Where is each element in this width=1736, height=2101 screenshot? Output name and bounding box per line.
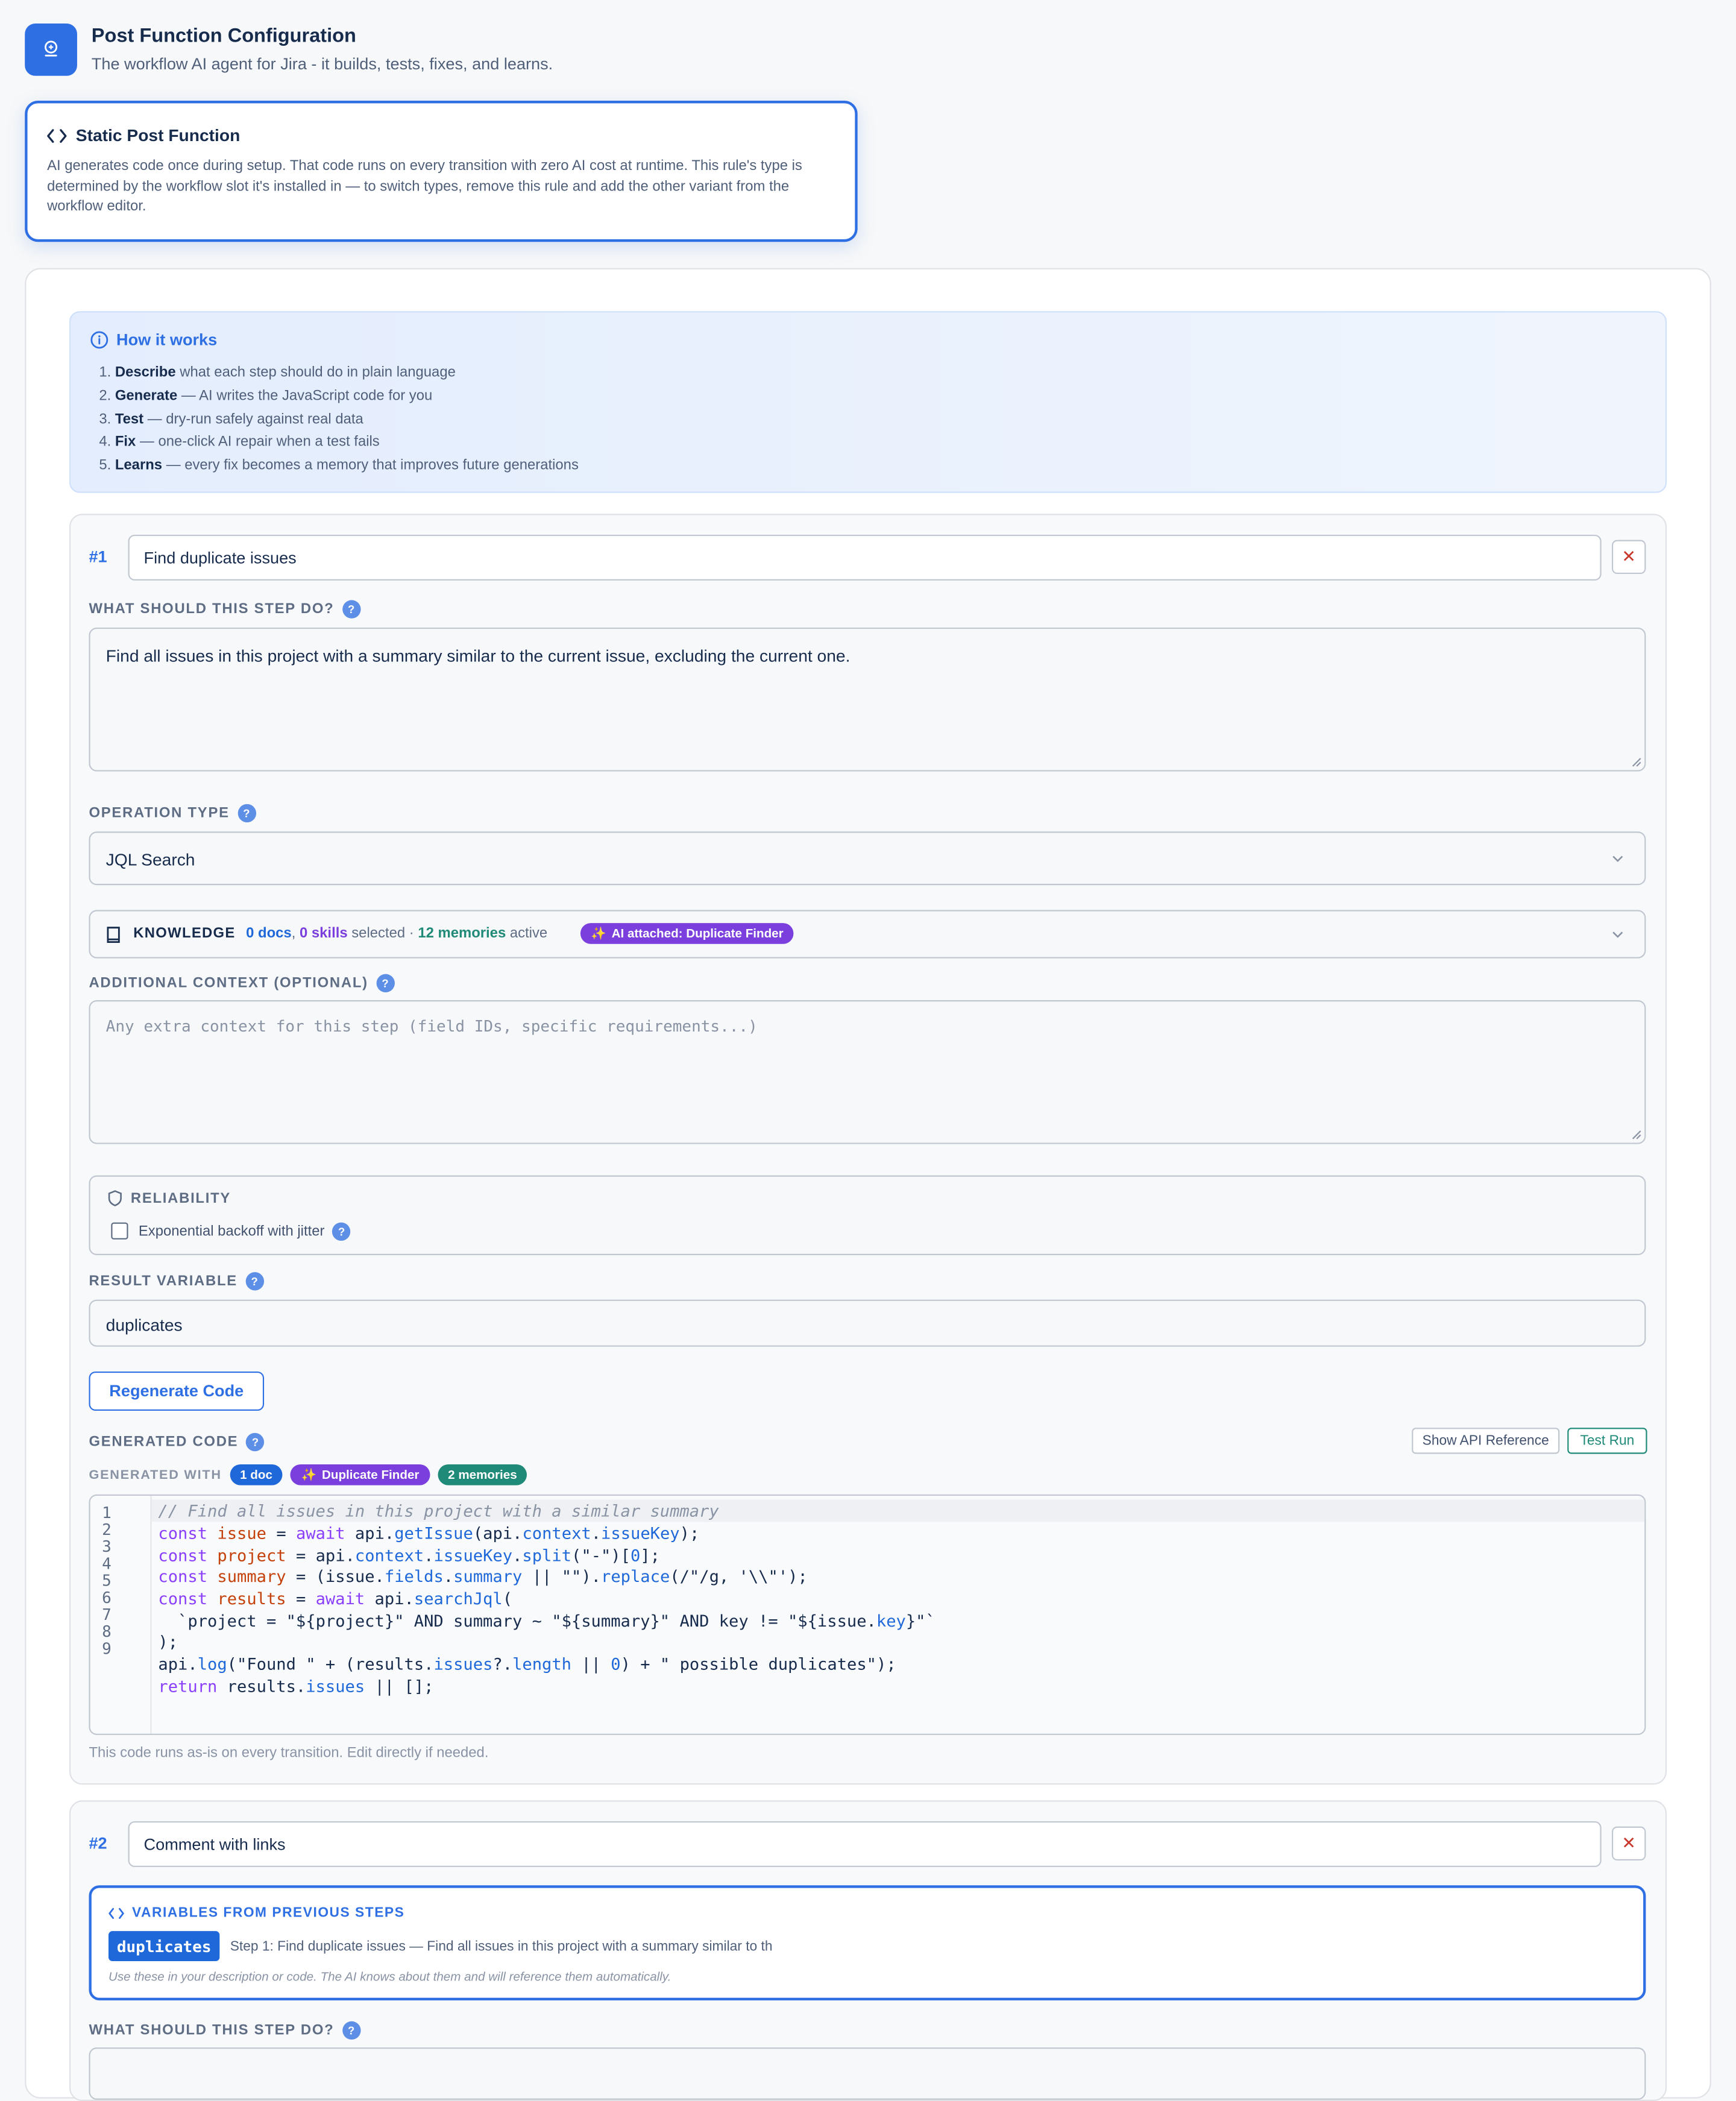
code-line-7: ); <box>158 1631 178 1652</box>
app-logo <box>25 24 77 76</box>
how-step-4: Fix — one-click AI repair when a test fa… <box>115 432 579 456</box>
step-description-textarea[interactable] <box>89 2047 1646 2100</box>
vars-note: Use these in your description or code. T… <box>108 1970 671 1985</box>
how-it-works-box: How it works Describe what each step sho… <box>69 311 1667 493</box>
code-icon <box>47 128 67 142</box>
previous-variables-card: VARIABLES FROM PREVIOUS STEPS duplicates… <box>89 1885 1646 2001</box>
vars-title: VARIABLES FROM PREVIOUS STEPS <box>132 1904 405 1921</box>
vars-title-row: VARIABLES FROM PREVIOUS STEPS <box>108 1905 404 1921</box>
close-icon: ✕ <box>1621 1833 1637 1853</box>
generated-code-label: GENERATED CODE? <box>89 1432 265 1452</box>
show-api-reference-button[interactable]: Show API Reference <box>1412 1428 1560 1454</box>
step-name-input[interactable]: Comment with links <box>128 1821 1602 1867</box>
generated-with-row: GENERATED WITH 1 doc ✨ Duplicate Finder 2… <box>89 1464 528 1485</box>
additional-context-textarea[interactable]: Any extra context for this step (field I… <box>89 1000 1646 1144</box>
help-icon[interactable]: ? <box>342 2021 360 2040</box>
how-step-2: Generate — AI writes the JavaScript code… <box>115 385 579 409</box>
operation-type-value: JQL Search <box>105 849 195 870</box>
how-step-3: Test — dry-run safely against real data <box>115 409 579 432</box>
type-card-description: AI generates code once during setup. Tha… <box>47 158 802 215</box>
resize-handle-icon[interactable] <box>1630 756 1642 768</box>
help-icon[interactable]: ? <box>376 974 395 993</box>
sparkle-icon: ✨ <box>591 926 606 941</box>
memories-badge: 2 memories <box>437 1464 528 1485</box>
ai-brain-icon <box>45 40 58 57</box>
step-number: #1 <box>89 547 107 567</box>
info-icon <box>90 331 108 349</box>
result-variable-input[interactable]: duplicates <box>89 1299 1646 1347</box>
chevron-down-icon <box>1612 931 1623 937</box>
help-icon[interactable]: ? <box>332 1222 351 1241</box>
chevron-down-icon <box>1612 855 1623 862</box>
delete-step-button[interactable]: ✕ <box>1612 540 1646 575</box>
page-subtitle: The workflow AI agent for Jira - it buil… <box>91 55 553 74</box>
result-variable-value: duplicates <box>105 1315 183 1335</box>
how-it-works-list: Describe what each step should do in pla… <box>90 362 579 479</box>
code-line-3: const project = api.context.issueKey.spl… <box>158 1545 661 1565</box>
variable-description: Step 1: Find duplicate issues — Find all… <box>230 1939 773 1955</box>
how-step-5: Learns — every fix becomes a memory that… <box>115 455 579 479</box>
operation-type-select[interactable]: JQL Search <box>89 831 1646 886</box>
knowledge-selector[interactable]: KNOWLEDGE 0 docs, 0 skills selected · 12… <box>89 910 1646 959</box>
code-editor[interactable]: 1 2 3 4 5 6 7 8 9 // Find all issues in … <box>89 1494 1646 1735</box>
skill-badge: ✨ Duplicate Finder <box>291 1464 430 1485</box>
reliability-label: RELIABILITY <box>130 1191 231 1207</box>
doc-count-badge: 1 doc <box>229 1464 283 1485</box>
additional-context-label: ADDITIONAL CONTEXT (OPTIONAL)? <box>89 974 395 993</box>
ai-attached-badge: ✨ AI attached: Duplicate Finder <box>580 923 794 944</box>
reliability-section: RELIABILITY Exponential backoff with jit… <box>89 1175 1646 1255</box>
static-post-function-card[interactable]: Static Post Function AI generates code o… <box>25 100 858 242</box>
close-icon: ✕ <box>1621 546 1637 567</box>
backoff-checkbox[interactable] <box>111 1222 128 1239</box>
code-footer-note: This code runs as-is on every transition… <box>89 1745 489 1762</box>
step-description-text: Find all issues in this project with a s… <box>105 646 851 666</box>
line-number-gutter: 1 2 3 4 5 6 7 8 9 <box>90 1495 152 1734</box>
help-icon[interactable]: ? <box>237 804 256 823</box>
step-number: #2 <box>89 1834 107 1853</box>
description-label: WHAT SHOULD THIS STEP DO?? <box>89 2021 360 2040</box>
code-line-1: // Find all issues in this project with … <box>158 1501 719 1521</box>
test-run-button[interactable]: Test Run <box>1567 1428 1647 1454</box>
help-icon[interactable]: ? <box>245 1272 264 1291</box>
code-line-4: const summary = (issue.fields.summary ||… <box>158 1566 808 1586</box>
operation-type-label: OPERATION TYPE? <box>89 804 256 823</box>
resize-handle-icon[interactable] <box>1630 1129 1642 1141</box>
knowledge-summary: KNOWLEDGE 0 docs, 0 skills selected · 12… <box>133 925 548 942</box>
step-name-input[interactable]: Find duplicate issues <box>128 534 1602 581</box>
code-line-8: api.log("Found " + (results.issues?.leng… <box>158 1654 896 1674</box>
type-card-title: Static Post Function <box>75 125 241 145</box>
page-title: Post Function Configuration <box>91 25 356 48</box>
backoff-label: Exponential backoff with jitter? <box>139 1222 351 1241</box>
result-variable-label: RESULT VARIABLE? <box>89 1272 264 1291</box>
regenerate-code-button[interactable]: Regenerate Code <box>89 1371 265 1411</box>
help-icon[interactable]: ? <box>342 600 360 619</box>
how-it-works-title: How it works <box>116 330 218 350</box>
generated-with-label: GENERATED WITH <box>89 1467 222 1482</box>
code-line-5: const results = await api.searchJql( <box>158 1588 513 1608</box>
help-icon[interactable]: ? <box>246 1432 265 1452</box>
delete-step-button[interactable]: ✕ <box>1612 1826 1646 1861</box>
code-line-6: `project = "${project}" AND summary ~ "$… <box>178 1610 936 1631</box>
sparkle-icon: ✨ <box>301 1467 317 1482</box>
variable-chip-duplicates[interactable]: duplicates <box>108 1931 220 1962</box>
description-label: WHAT SHOULD THIS STEP DO?? <box>89 600 360 619</box>
code-icon <box>108 1907 124 1918</box>
step-description-textarea[interactable]: Find all issues in this project with a s… <box>89 627 1646 772</box>
code-line-9: return results.issues || []; <box>158 1676 434 1696</box>
additional-context-placeholder: Any extra context for this step (field I… <box>105 1017 758 1036</box>
code-line-2: const issue = await api.getIssue(api.con… <box>158 1523 700 1543</box>
book-icon <box>107 927 120 943</box>
how-step-1: Describe what each step should do in pla… <box>115 362 579 386</box>
shield-icon <box>108 1190 122 1206</box>
